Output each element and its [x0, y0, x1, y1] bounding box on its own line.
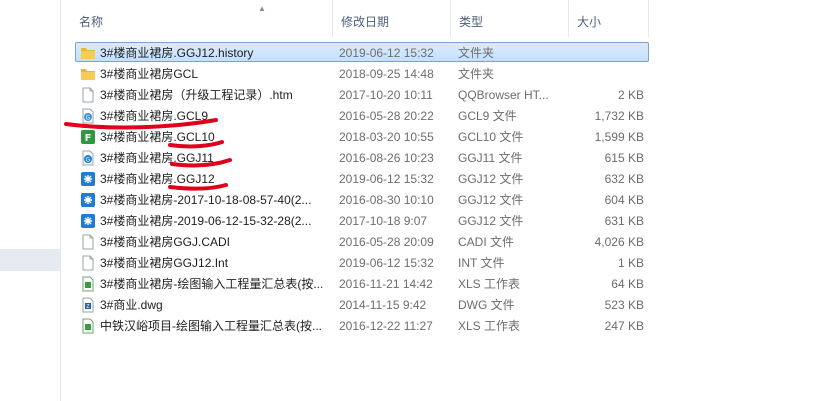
file-name: 3#楼商业裙房-2019-06-12-15-32-28(2... [100, 214, 312, 228]
file-size: 247 KB [604, 319, 644, 333]
xls-file-icon [80, 318, 96, 334]
file-type: GGJ12 文件 [458, 214, 524, 228]
file-date: 2016-08-26 10:23 [339, 151, 434, 165]
xls-file-icon [80, 276, 96, 292]
file-date: 2019-06-12 15:32 [339, 172, 434, 186]
dwg-file-icon: Z [80, 297, 96, 313]
navigation-pane[interactable] [0, 0, 61, 401]
file-size [574, 64, 644, 84]
file-date: 2017-10-18 9:07 [339, 214, 428, 228]
file-date: 2018-09-25 14:48 [339, 67, 434, 81]
ggj12-file-icon [80, 192, 96, 208]
svg-text:G: G [86, 157, 91, 164]
file-date: 2014-11-15 9:42 [339, 298, 427, 312]
svg-text:F: F [85, 133, 92, 144]
file-date: 2018-03-20 10:55 [339, 130, 434, 144]
file-name: 3#楼商业裙房.GGJ12.history [100, 46, 254, 60]
file-row[interactable]: 3#楼商业裙房-绘图输入工程量汇总表(按... 2016-11-21 14:42 X… [75, 273, 649, 293]
file-name: 3#楼商业裙房GGJ.CADI [100, 235, 231, 249]
file-size: 1,599 KB [594, 130, 644, 144]
ggj11-file-icon: G [80, 150, 96, 166]
ggj12-file-icon [80, 171, 96, 187]
file-type: QQBrowser HT... [458, 88, 549, 102]
blank-file-icon [80, 234, 96, 250]
blank-file-icon [80, 255, 96, 271]
file-type: CADI 文件 [458, 235, 515, 249]
file-type: GGJ12 文件 [458, 172, 524, 186]
file-size: 2 KB [617, 88, 644, 102]
file-type: DWG 文件 [458, 298, 515, 312]
htm-file-icon [80, 87, 96, 103]
file-date: 2017-10-20 10:11 [339, 88, 433, 102]
column-header-size[interactable]: 大小 [569, 0, 649, 37]
file-name: 3#楼商业裙房.GCL10 [100, 130, 215, 144]
file-row[interactable]: 3#楼商业裙房.GGJ12 2019-06-12 15:32 GGJ12 文件 632… [75, 168, 649, 188]
file-type: XLS 工作表 [458, 277, 521, 291]
gcl10-file-icon: F [80, 129, 96, 145]
svg-text:Z: Z [86, 304, 90, 310]
file-type: GGJ11 文件 [458, 151, 523, 165]
file-size: 4,026 KB [594, 235, 644, 249]
file-type: 文件夹 [458, 67, 495, 81]
column-header: 名称 ▲ 修改日期 类型 大小 [61, 0, 822, 37]
file-row[interactable]: Z 3#商业.dwg 2014-11-15 9:42 DWG 文件 523 KB [75, 294, 649, 314]
file-date: 2016-08-30 10:10 [339, 193, 434, 207]
file-name: 3#楼商业裙房GCL [100, 67, 199, 81]
file-row[interactable]: 3#楼商业裙房-2019-06-12-15-32-28(2... 2017-10-… [75, 210, 649, 230]
file-size: 64 KB [611, 277, 644, 291]
sort-ascending-icon: ▲ [258, 4, 266, 13]
file-name: 3#楼商业裙房.GGJ11 [100, 151, 214, 165]
file-row[interactable]: 3#楼商业裙房（升级工程记录）.htm 2017-10-20 10:11 QQBro… [75, 84, 649, 104]
folder-icon [80, 66, 96, 82]
file-name: 3#楼商业裙房GGJ12.Int [100, 256, 229, 270]
file-size: 523 KB [604, 298, 644, 312]
gcl9-file-icon: G [80, 108, 96, 124]
file-row[interactable]: G 3#楼商业裙房.GCL9 2016-05-28 20:22 GCL9 文件 1,73… [75, 105, 649, 125]
file-size: 631 KB [604, 214, 644, 228]
file-type: GGJ12 文件 [458, 193, 524, 207]
file-name: 3#楼商业裙房（升级工程记录）.htm [100, 88, 293, 102]
file-name: 3#楼商业裙房-绘图输入工程量汇总表(按... [100, 277, 324, 291]
ggj12-file-icon [80, 213, 96, 229]
svg-text:G: G [86, 115, 91, 122]
file-size: 1,732 KB [594, 109, 644, 123]
file-name: 3#商业.dwg [100, 298, 163, 312]
file-type: GCL10 文件 [458, 130, 524, 144]
file-name: 3#楼商业裙房-2017-10-18-08-57-40(2... [100, 193, 312, 207]
column-header-name[interactable]: 名称 [71, 0, 333, 37]
column-header-type[interactable]: 类型 [451, 0, 569, 37]
file-row[interactable]: 3#楼商业裙房-2017-10-18-08-57-40(2... 2016-08-… [75, 189, 649, 209]
navigation-selected-item[interactable] [0, 249, 60, 271]
folder-icon [80, 45, 96, 61]
file-size: 615 KB [604, 151, 644, 165]
column-header-date[interactable]: 修改日期 [333, 0, 451, 37]
file-date: 2016-05-28 20:09 [339, 235, 434, 249]
file-type: GCL9 文件 [458, 109, 517, 123]
file-row[interactable]: 3#楼商业裙房GGJ12.Int 2019-06-12 15:32 INT 文件 1 … [75, 252, 649, 272]
file-type: XLS 工作表 [458, 319, 521, 333]
file-date: 2016-05-28 20:22 [339, 109, 434, 123]
file-type: 文件夹 [458, 46, 495, 60]
file-date: 2019-06-12 15:32 [339, 46, 434, 60]
file-name: 3#楼商业裙房.GGJ12 [100, 172, 215, 186]
file-size: 604 KB [604, 193, 644, 207]
file-row[interactable]: 3#楼商业裙房GGJ.CADI 2016-05-28 20:09 CADI 文件 4,… [75, 231, 649, 251]
file-row[interactable]: G 3#楼商业裙房.GGJ11 2016-08-26 10:23 GGJ11 文件 61… [75, 147, 649, 167]
file-size: 632 KB [604, 172, 644, 186]
file-size: 1 KB [617, 256, 644, 270]
file-size [574, 43, 644, 63]
file-date: 2019-06-12 15:32 [339, 256, 434, 270]
file-row[interactable]: 中铁汉峪项目-绘图输入工程量汇总表(按... 2016-12-22 11:27 XL… [75, 315, 649, 335]
file-row[interactable]: 3#楼商业裙房GCL 2018-09-25 14:48 文件夹 [75, 63, 649, 83]
file-name: 中铁汉峪项目-绘图输入工程量汇总表(按... [100, 319, 322, 333]
file-name: 3#楼商业裙房.GCL9 [100, 109, 209, 123]
file-row[interactable]: F 3#楼商业裙房.GCL10 2018-03-20 10:55 GCL10 文件 1,… [75, 126, 649, 146]
file-date: 2016-11-21 14:42 [339, 277, 433, 291]
file-type: INT 文件 [458, 256, 505, 270]
file-date: 2016-12-22 11:27 [339, 319, 433, 333]
file-row[interactable]: 3#楼商业裙房.GGJ12.history 2019-06-12 15:32 文件夹 [75, 42, 649, 62]
